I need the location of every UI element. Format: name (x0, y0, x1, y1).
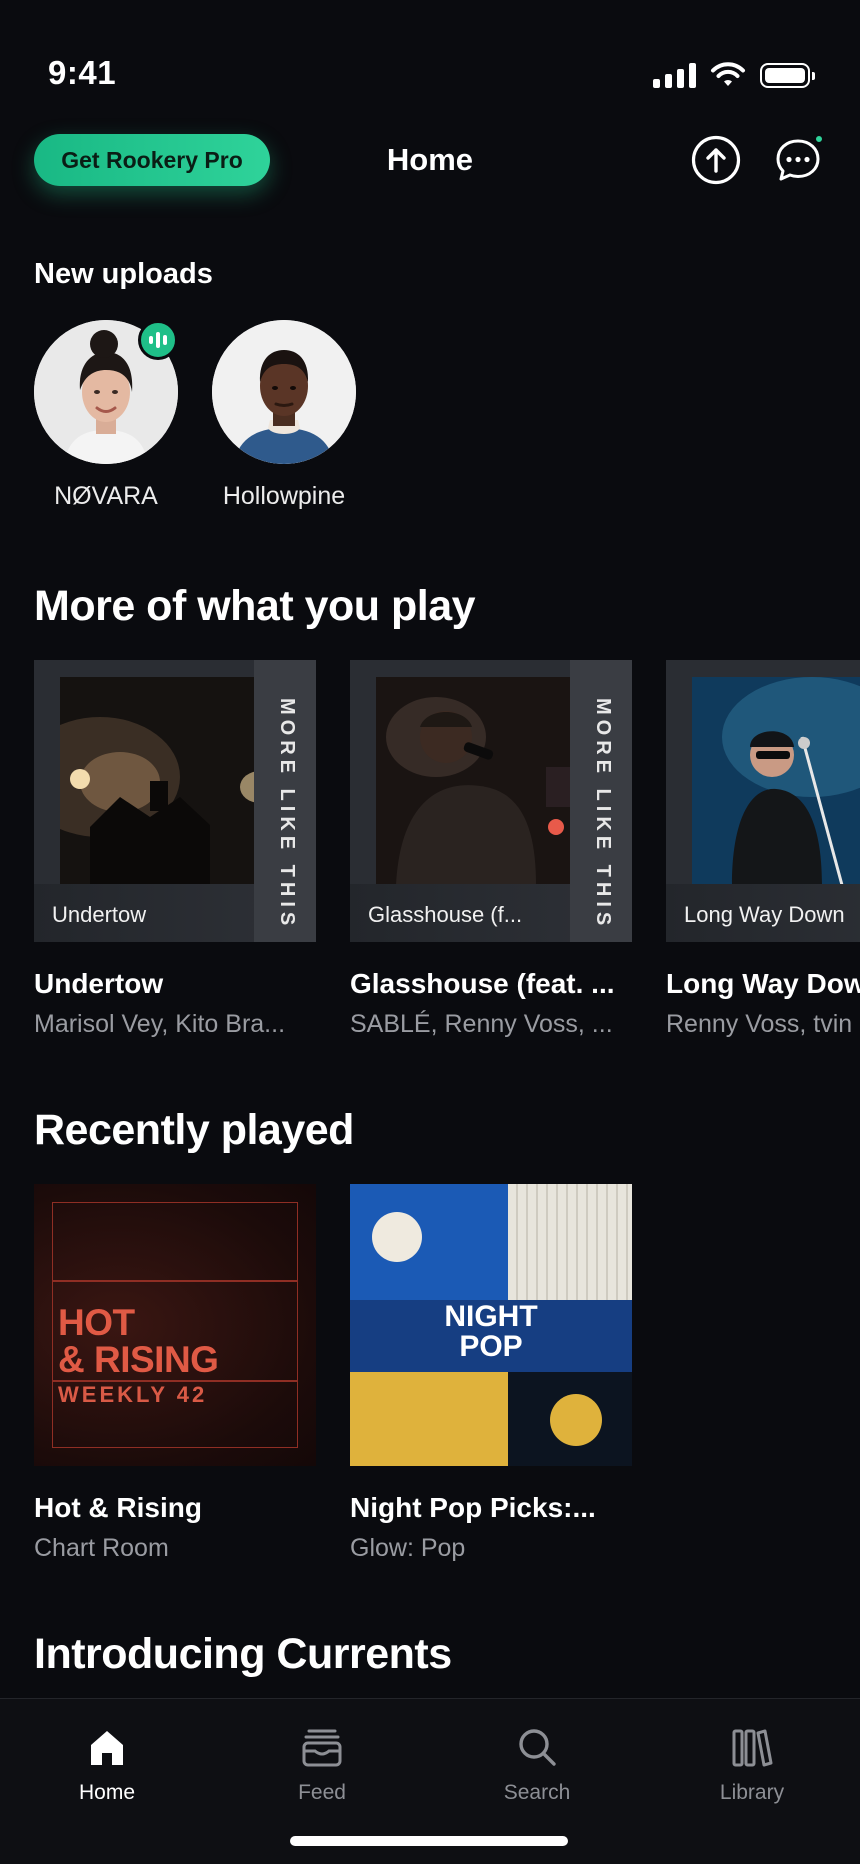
artist-item[interactable]: Hollowpine (212, 320, 356, 511)
status-bar: 9:41 (0, 0, 860, 140)
battery-icon (760, 62, 815, 88)
notification-dot (814, 134, 824, 144)
recently-played-item[interactable]: NIGHT POP Night Pop Picks:... Glow: Pop (350, 1184, 632, 1563)
track-card[interactable]: Glasshouse (f... MORE LIKE THIS Glasshou… (350, 660, 632, 1039)
nav-label: Search (503, 1781, 571, 1804)
recently-played-title: Recently played (34, 1106, 354, 1154)
home-icon (91, 1731, 123, 1765)
live-badge-icon (138, 320, 178, 360)
more-like-this-strip: MORE LIKE THIS (254, 660, 316, 942)
nav-library[interactable]: Library (682, 1721, 822, 1805)
track-card[interactable]: Long Way Down Long Way Down Renny Voss, … (666, 660, 860, 1039)
performer-photo (692, 677, 860, 885)
library-icon (732, 1729, 773, 1767)
playlist-subtitle: Chart Room (34, 1534, 169, 1562)
more-of-what-you-play-title: More of what you play (34, 582, 476, 630)
playlist-subtitle: Glow: Pop (350, 1534, 466, 1562)
artist-item[interactable]: NØVARA (34, 320, 178, 511)
playlist-artwork: HOT & RISING WEEKLY 42 (34, 1184, 316, 1466)
card-title: Undertow (34, 968, 164, 999)
search-icon (519, 1729, 556, 1766)
nav-search[interactable]: Search (467, 1721, 607, 1805)
header: Get Rookery Pro Home (0, 134, 860, 218)
nav-feed[interactable]: Feed (252, 1721, 392, 1805)
nav-label: Library (719, 1781, 785, 1804)
playlist-artwork: NIGHT POP (350, 1184, 632, 1466)
artwork-title: NIGHT POP (444, 1300, 538, 1363)
artist-name: NØVARA (54, 482, 158, 510)
card-label: Long Way Down (684, 902, 845, 927)
card-subtitle: Marisol Vey, Kito Bra... (34, 1010, 286, 1038)
upload-icon (691, 135, 741, 185)
feed-icon (302, 1729, 342, 1767)
upload-button[interactable] (690, 134, 742, 186)
nav-home[interactable]: Home (37, 1721, 177, 1805)
status-icons (653, 62, 815, 88)
artist-name: Hollowpine (222, 482, 346, 510)
nav-label: Home (78, 1781, 136, 1804)
more-like-this-label: MORE LIKE THIS (592, 698, 614, 931)
card-subtitle: SABLÉ, Renny Voss, ... (350, 1010, 613, 1038)
messages-button[interactable] (772, 134, 824, 186)
card-label: Undertow (52, 902, 147, 927)
cellular-signal-icon (653, 62, 696, 88)
card-artwork: Glasshouse (f... MORE LIKE THIS (350, 660, 632, 942)
card-label: Glasshouse (f... (368, 902, 523, 927)
playlist-title: Hot & Rising (34, 1492, 202, 1523)
artwork-title: HOT & RISING (58, 1302, 219, 1380)
card-artwork: Undertow MORE LIKE THIS (34, 660, 316, 942)
status-time: 9:41 (48, 54, 117, 91)
artist-avatar (212, 320, 356, 464)
new-uploads-title: New uploads (34, 258, 213, 290)
home-indicator (290, 1836, 568, 1846)
artwork-subtitle: WEEKLY 42 (58, 1382, 208, 1407)
nav-label: Feed (298, 1781, 346, 1804)
more-like-this-strip: MORE LIKE THIS (570, 660, 632, 942)
card-artwork: Long Way Down (666, 660, 860, 942)
track-card[interactable]: Undertow MORE LIKE THIS Undertow Marisol… (34, 660, 316, 1039)
more-like-this-label: MORE LIKE THIS (276, 698, 298, 931)
get-pro-button[interactable]: Get Rookery Pro (34, 134, 270, 186)
card-title: Glasshouse (feat. ... (350, 968, 615, 999)
playlist-title: Night Pop Picks:... (350, 1492, 596, 1523)
introducing-title: Introducing Currents (34, 1630, 452, 1678)
recently-played-item[interactable]: HOT & RISING WEEKLY 42 Hot & Rising Char… (34, 1184, 316, 1563)
wifi-icon (711, 62, 745, 86)
card-subtitle: Renny Voss, tvin (666, 1010, 853, 1038)
card-title: Long Way Down (666, 968, 860, 999)
